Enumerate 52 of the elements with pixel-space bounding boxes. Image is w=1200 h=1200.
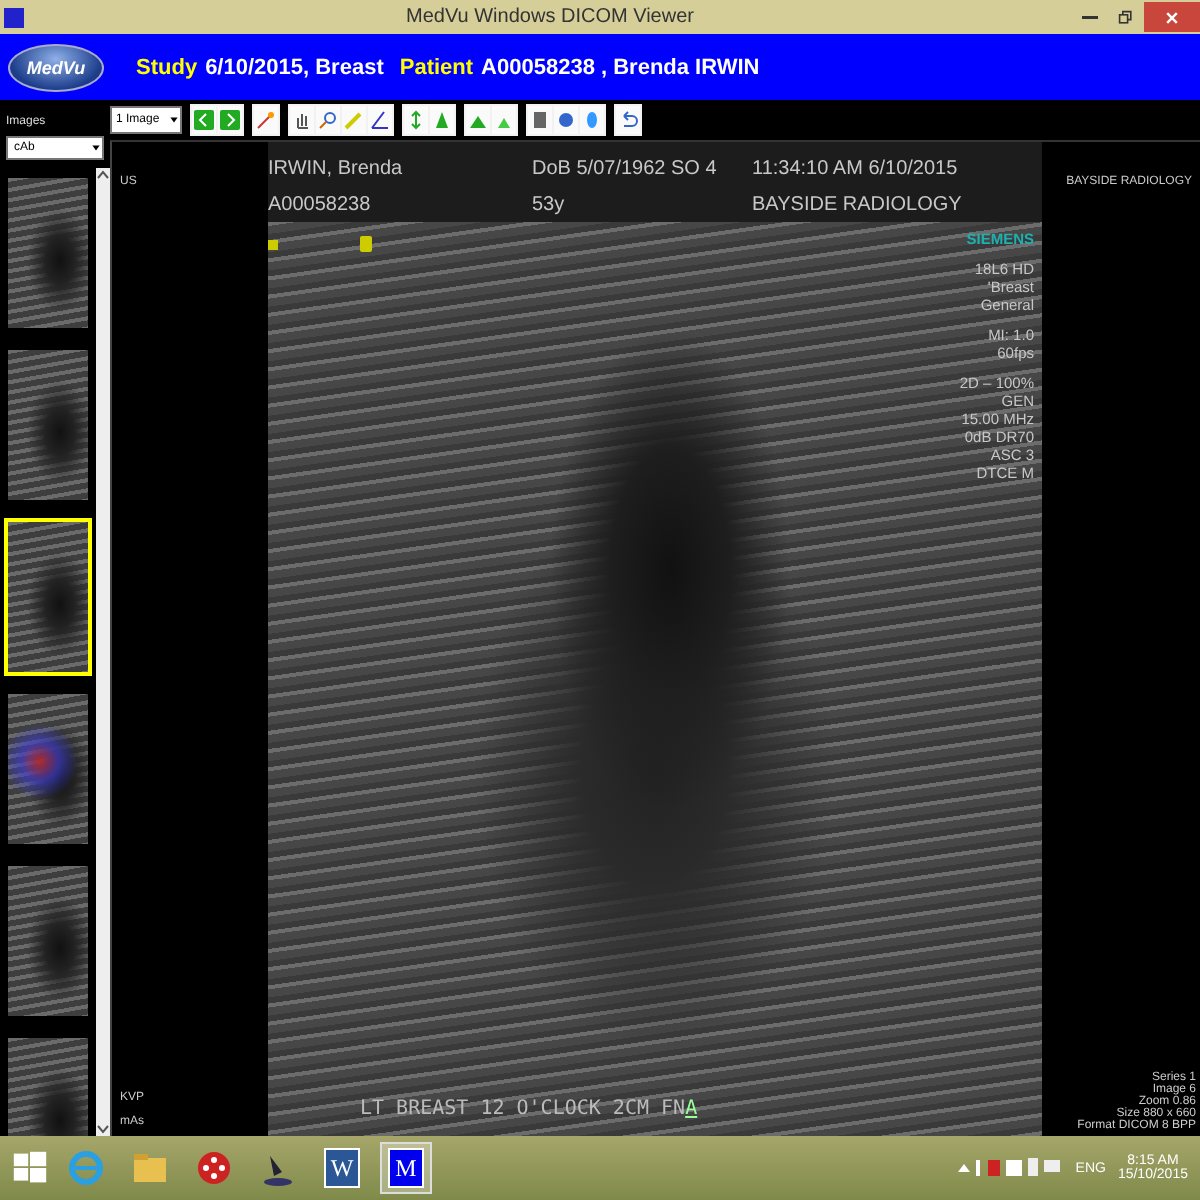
pencil-icon xyxy=(344,110,364,130)
flip-vertical-button[interactable] xyxy=(404,106,428,134)
minimize-icon xyxy=(1082,15,1098,19)
arrow-right-button[interactable] xyxy=(218,106,242,134)
window-title: MedVu Windows DICOM Viewer xyxy=(404,6,696,28)
wand-icon xyxy=(256,110,276,130)
study-label: Study xyxy=(136,55,198,79)
close-button[interactable] xyxy=(1144,2,1200,32)
study-time: 11:34:10 AM 6/10/2015 xyxy=(752,157,960,179)
date-of-birth: DoB 5/07/1962 SO 4 xyxy=(532,157,719,179)
zoom-button[interactable] xyxy=(316,106,340,134)
wand-button[interactable] xyxy=(254,106,278,134)
scroll-down-icon xyxy=(96,1122,110,1136)
flip-vertical-icon xyxy=(406,110,426,130)
site-name: BAYSIDE RADIOLOGY xyxy=(752,193,964,215)
browser-icon xyxy=(66,1148,106,1188)
word-app-icon[interactable]: W xyxy=(324,1148,360,1188)
study-value: 6/10/2015, Breast xyxy=(205,55,384,79)
restore-icon xyxy=(1118,9,1134,25)
image-caption: LT BREAST 12 O'CLOCK 2CM FNA xyxy=(360,1098,698,1120)
patient-label: Patient xyxy=(399,55,474,79)
undo-icon xyxy=(618,110,638,130)
medvu-logo: MedVu xyxy=(8,43,104,91)
ultrasound-thumbnail[interactable] xyxy=(4,174,92,332)
patient-value: A00058238 , Brenda IRWIN xyxy=(481,55,760,79)
patient-age: 53y xyxy=(532,193,567,215)
zoom-icon xyxy=(318,110,338,130)
patient-name: IRWIN, Brenda xyxy=(268,157,405,179)
ultrasound-thumbnail[interactable] xyxy=(4,346,92,504)
caret-icon xyxy=(90,142,102,154)
angle-button[interactable] xyxy=(368,106,392,134)
caret-icon xyxy=(168,114,180,126)
angle-icon xyxy=(370,110,390,130)
taskbar-app[interactable]: M xyxy=(380,1142,432,1194)
close-icon xyxy=(1164,9,1180,25)
taskbar-app[interactable]: W xyxy=(316,1142,368,1194)
scroll-up-icon xyxy=(96,168,110,182)
folder-icon xyxy=(130,1148,170,1188)
tray-icons xyxy=(955,1156,1064,1180)
ultrasound-thumbnail[interactable] xyxy=(4,862,92,1020)
doppler-thumbnail[interactable] xyxy=(4,690,92,848)
arrow-right-icon xyxy=(220,110,240,130)
undo-button[interactable] xyxy=(616,106,640,134)
orientation-marker-icon xyxy=(268,236,378,256)
app-icon xyxy=(4,7,24,27)
scrollbar[interactable] xyxy=(96,168,110,1136)
round-app-icon xyxy=(194,1148,234,1188)
patient-id: A00058238 xyxy=(268,193,373,215)
medvu-app-icon[interactable]: M xyxy=(388,1148,424,1188)
windows-start-icon xyxy=(12,1150,48,1186)
arrow-left-button[interactable] xyxy=(192,106,216,134)
arrow-left-icon xyxy=(194,110,214,130)
